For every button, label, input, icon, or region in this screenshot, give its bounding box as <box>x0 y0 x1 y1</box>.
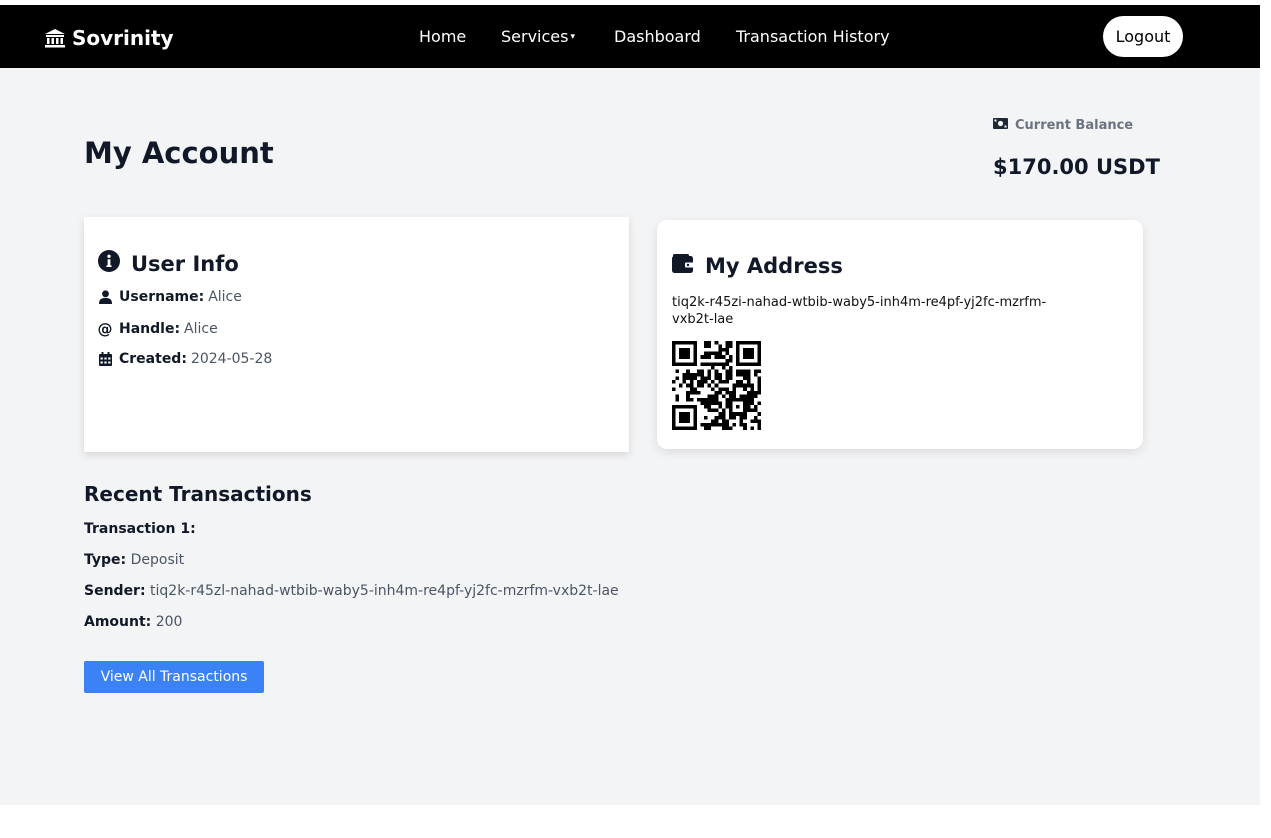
transaction-heading: Transaction 1: <box>84 521 196 537</box>
transaction-amount-label: Amount: <box>84 614 152 630</box>
handle-value: Alice <box>184 321 218 337</box>
at-icon: @ <box>97 320 113 338</box>
brand-name: Sovrinity <box>72 26 174 50</box>
money-icon <box>993 118 1008 133</box>
username-value: Alice <box>208 289 242 305</box>
brand-logo[interactable]: Sovrinity <box>44 26 174 50</box>
created-row: Created: 2024-05-28 <box>98 351 272 367</box>
transaction-type-label: Type: <box>84 552 127 568</box>
recent-transactions-title: Recent Transactions <box>84 482 312 506</box>
page: Sovrinity Home Services ▾ Dashboard Trans… <box>0 5 1260 805</box>
balance-value: $170.00 USDT <box>993 155 1160 179</box>
transaction-sender-label: Sender: <box>84 583 146 599</box>
handle-label: Handle: <box>119 321 181 337</box>
nav-transaction-history-link[interactable]: Transaction History <box>736 27 890 46</box>
created-label: Created: <box>119 351 187 367</box>
wallet-address: tiq2k-r45zi-nahad-wtbib-waby5-inh4m-re4p… <box>672 295 1047 327</box>
my-address-title: My Address <box>672 254 843 278</box>
info-circle-icon <box>98 250 120 277</box>
wallet-icon <box>672 254 694 278</box>
nav-home-link[interactable]: Home <box>419 27 466 46</box>
balance-label: Current Balance <box>993 118 1133 133</box>
username-label: Username: <box>119 289 205 305</box>
chevron-down-icon: ▾ <box>570 32 575 42</box>
logout-button[interactable]: Logout <box>1103 16 1183 57</box>
address-qr-code <box>672 341 761 430</box>
handle-row: @ Handle: Alice <box>98 320 218 338</box>
nav-dashboard-link[interactable]: Dashboard <box>614 27 701 46</box>
user-icon <box>98 290 112 304</box>
calendar-icon <box>98 352 112 366</box>
nav-services-dropdown[interactable]: Services ▾ <box>501 27 575 46</box>
nav-services-label: Services <box>501 27 569 46</box>
transaction-sender-row: Sender: tiq2k-r45zl-nahad-wtbib-waby5-in… <box>84 583 619 599</box>
view-all-transactions-button[interactable]: View All Transactions <box>84 661 264 693</box>
user-info-title: User Info <box>98 250 239 277</box>
page-title: My Account <box>84 136 274 170</box>
balance-label-text: Current Balance <box>1015 118 1134 133</box>
transaction-sender-value: tiq2k-r45zl-nahad-wtbib-waby5-inh4m-re4p… <box>150 583 619 599</box>
username-row: Username: Alice <box>98 289 242 305</box>
navbar: Sovrinity Home Services ▾ Dashboard Trans… <box>0 5 1260 68</box>
bank-icon <box>44 28 66 48</box>
user-info-title-text: User Info <box>131 251 239 276</box>
transaction-amount-value: 200 <box>155 614 183 630</box>
transaction-amount-row: Amount: 200 <box>84 614 182 630</box>
user-info-card: User Info Username: Alice @ Handle: Alic… <box>84 217 629 452</box>
transaction-type-value: Deposit <box>130 552 185 568</box>
my-address-card: My Address tiq2k-r45zi-nahad-wtbib-waby5… <box>657 220 1143 449</box>
transaction-type-row: Type: Deposit <box>84 552 184 568</box>
created-value: 2024-05-28 <box>190 351 273 367</box>
my-address-title-text: My Address <box>705 254 843 278</box>
